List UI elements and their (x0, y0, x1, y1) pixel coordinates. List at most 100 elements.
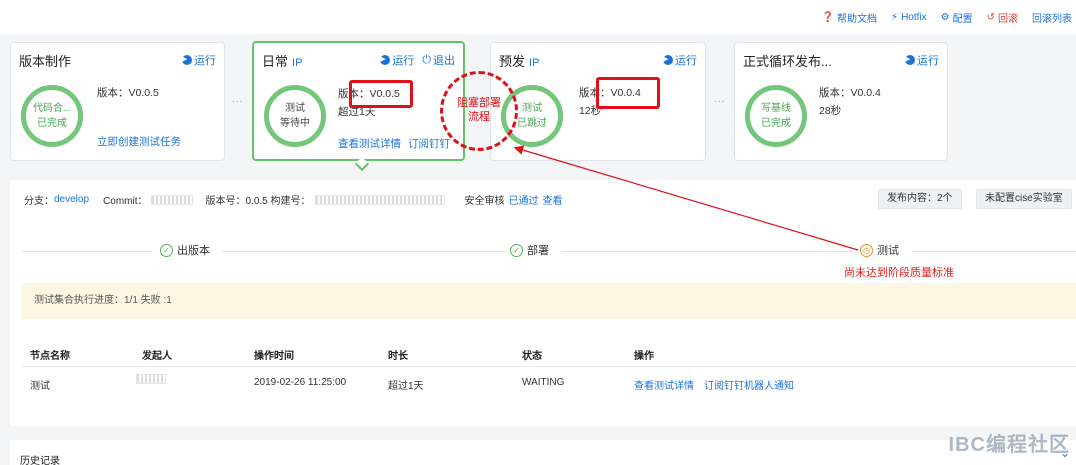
subscribe-dingtalk-link[interactable]: 订阅钉钉 (408, 136, 450, 151)
stage-title: 版本制作 (19, 54, 72, 69)
status-step: 代码合... (32, 103, 72, 114)
test-progress-notice: 测试集合执行进度：1/1 失败 :1 (22, 283, 1076, 319)
duration-text: 28秒 (819, 105, 842, 117)
column-header: 发起人 (142, 351, 172, 362)
cell-time: 2019-02-26 11:25:00 (254, 377, 347, 388)
subscribe-robot-action[interactable]: 订阅钉钉机器人通知 (704, 377, 794, 392)
branch-value[interactable]: develop (54, 194, 89, 205)
stage-card-release: 正式循环发布... ▶ 运行 写基线 已完成 版本：V0.0.4 28秒 (734, 42, 948, 161)
column-header: 操作时间 (254, 351, 294, 362)
commit-redacted (151, 194, 194, 205)
cise-lab-button[interactable]: 未配置cise实验室 (976, 189, 1072, 209)
annotation-text: 阻塞部署流程 (457, 97, 501, 123)
cell-initiator-redacted (136, 374, 166, 385)
stage-actions: ▶ 运行 (905, 52, 939, 68)
lightning-icon: ⚡ (891, 12, 899, 23)
hotfix-label: Hotfix (901, 12, 927, 23)
version-text: 版本：V0.0.4 (819, 87, 881, 99)
step-build: ✓ 出版本 (160, 242, 210, 258)
play-icon: ▶ (182, 55, 192, 65)
stage-connector: ... (714, 94, 726, 105)
exit-button[interactable]: ⏻ 退出 (422, 52, 455, 68)
step-line (222, 251, 505, 252)
cell-status: WAITING (522, 377, 565, 388)
step-label: 测试 (877, 245, 899, 257)
security-label: 安全审核 (464, 196, 505, 207)
step-line (912, 251, 1076, 252)
top-toolbar: ❓ 帮助文档 ⚡ Hotfix ⚙ 配置 ↺ 回滚 回滚列表 (0, 0, 1076, 34)
step-label: 出版本 (177, 245, 210, 257)
security-status: 已通过 (508, 196, 539, 207)
build-number-redacted (314, 194, 445, 205)
gear-icon: ⚙ (940, 12, 950, 23)
view-test-detail-action[interactable]: 查看测试详情 (634, 377, 694, 392)
version-build-label: 版本号：0.0.5 构建号： (205, 196, 311, 207)
undo-icon: ↺ (986, 12, 995, 23)
view-test-detail-link[interactable]: 查看测试详情 (338, 136, 401, 151)
annotation-box-pre-version (596, 77, 660, 109)
stage-status-circle: 写基线 已完成 (745, 85, 807, 147)
play-icon: ▶ (663, 55, 673, 65)
rollback-label: 回滚 (998, 14, 1018, 25)
rollback-link[interactable]: ↺ 回滚 (987, 10, 1018, 25)
run-button[interactable]: ▶ 运行 (663, 52, 697, 68)
help-doc-link[interactable]: ❓ 帮助文档 (822, 10, 877, 25)
question-icon: ❓ (821, 12, 835, 23)
step-line (22, 251, 152, 252)
stage-title: 日常 IP (262, 51, 302, 70)
status-step: 写基线 (761, 103, 791, 114)
stage-connector: ... (232, 94, 244, 105)
stage-title: 预发 IP (499, 51, 539, 70)
rollback-list-link[interactable]: 回滚列表 (1032, 10, 1072, 25)
stage-status-circle: 代码合... 已完成 (21, 85, 83, 147)
config-link[interactable]: ⚙ 配置 (941, 10, 973, 25)
column-header: 节点名称 (30, 351, 70, 362)
ip-tag[interactable]: IP (292, 57, 302, 69)
security-view-link[interactable]: 查看 (543, 192, 563, 207)
step-label: 部署 (527, 245, 549, 257)
play-icon: ▶ (905, 55, 915, 65)
toolbar-links: ❓ 帮助文档 ⚡ Hotfix ⚙ 配置 ↺ 回滚 回滚列表 (822, 10, 1072, 25)
build-info-line: 分支： develop Commit： 版本号：0.0.5 构建号： 安全审核 … (24, 192, 563, 207)
status-state: 已完成 (37, 118, 67, 129)
clock-icon: ◷ (860, 243, 873, 257)
history-title: 历史记录 (20, 456, 60, 465)
hotfix-link[interactable]: ⚡ Hotfix (891, 10, 927, 25)
stage-detail-panel: 分支： develop Commit： 版本号：0.0.5 构建号： 安全审核 … (10, 180, 1076, 426)
initiator-redacted (136, 374, 166, 385)
stage-title-text: 预发 (499, 54, 526, 69)
cell-duration: 超过1天 (388, 381, 424, 392)
run-label: 运行 (392, 55, 415, 67)
step-warning-text: 尚未达到阶段质量标准 (844, 267, 954, 279)
run-button[interactable]: ▶ 运行 (182, 52, 216, 68)
check-icon: ✓ (510, 243, 523, 257)
config-label: 配置 (952, 14, 973, 25)
run-label: 运行 (675, 55, 697, 67)
stage-card-build: 版本制作 ▶ 运行 代码合... 已完成 版本：V0.0.5 立即创建测试任务 (10, 42, 225, 161)
status-state: 等待中 (280, 118, 310, 129)
table-divider (22, 366, 1076, 367)
run-label: 运行 (917, 55, 939, 67)
cell-node: 测试 (30, 381, 50, 392)
run-button[interactable]: ▶ 运行 (905, 52, 939, 68)
play-icon: ▶ (380, 55, 391, 65)
create-test-task-link[interactable]: 立即创建测试任务 (97, 134, 181, 149)
column-header: 时长 (388, 351, 408, 362)
power-icon: ⏻ (422, 53, 431, 66)
release-content-button[interactable]: 发布内容：2个 (878, 189, 962, 209)
history-section[interactable]: 历史记录 ⌄ (10, 440, 1076, 465)
ip-tag[interactable]: IP (529, 57, 539, 69)
version-text: 版本：V0.0.5 (97, 87, 159, 99)
check-icon: ✓ (160, 243, 173, 257)
run-label: 运行 (194, 55, 216, 67)
step-line (562, 251, 852, 252)
stage-status-circle: 测试 等待中 (264, 85, 326, 147)
stage-actions: ▶ 运行 (663, 52, 697, 68)
column-header: 操作 (634, 351, 654, 362)
status-step: 测试 (285, 103, 305, 114)
commit-label: Commit： (103, 196, 148, 207)
status-state: 已完成 (761, 118, 791, 129)
run-button[interactable]: ▶ 运行 (380, 52, 414, 68)
help-doc-label: 帮助文档 (837, 14, 878, 25)
column-header: 状态 (522, 351, 542, 362)
